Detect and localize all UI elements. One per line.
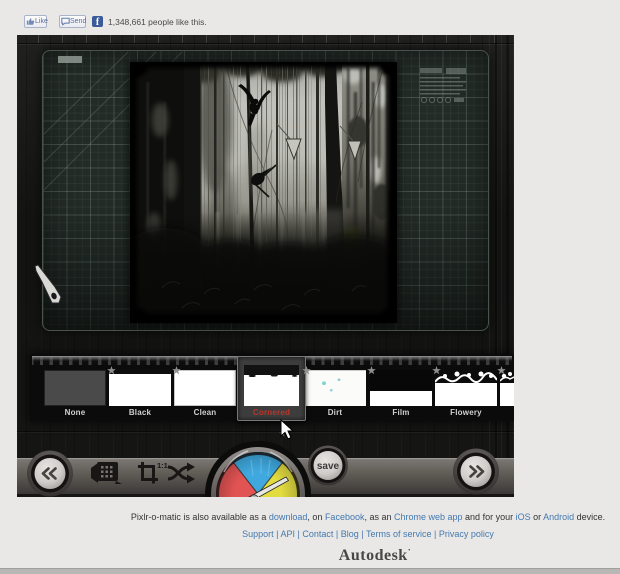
svg-text:1:1: 1:1 bbox=[157, 461, 168, 470]
svg-text:save: save bbox=[317, 461, 340, 472]
